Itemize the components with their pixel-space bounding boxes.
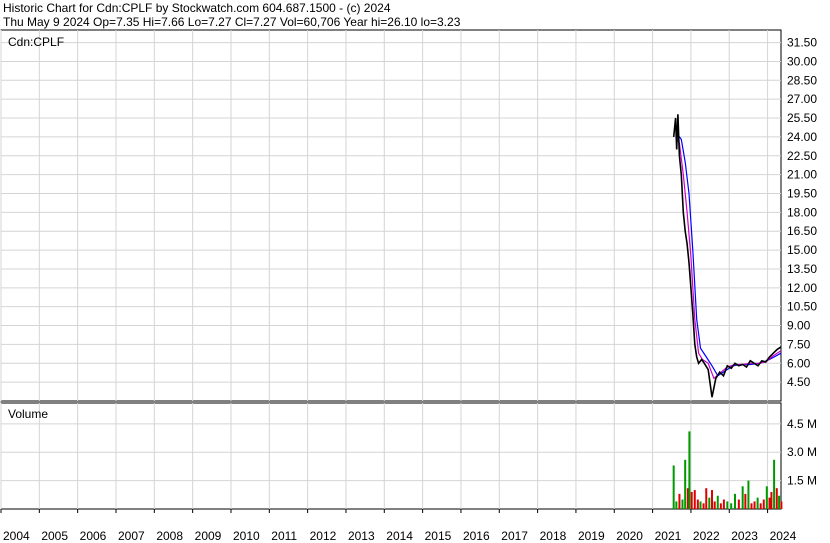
volume-bar bbox=[768, 497, 771, 509]
year-label: 2023 bbox=[731, 529, 758, 543]
volume-bar bbox=[688, 431, 691, 509]
volume-bar bbox=[693, 490, 696, 509]
volume-bar bbox=[778, 495, 781, 509]
volume-bar bbox=[711, 490, 714, 509]
year-label: 2007 bbox=[118, 529, 145, 543]
volume-panel-label: Volume bbox=[8, 407, 48, 421]
price-tick-label: 18.00 bbox=[787, 205, 817, 219]
year-label: 2019 bbox=[578, 529, 605, 543]
volume-bar bbox=[681, 499, 684, 509]
volume-bar bbox=[770, 491, 773, 509]
price-tick-label: 16.50 bbox=[787, 224, 817, 238]
year-label: 2024 bbox=[770, 529, 797, 543]
stock-chart: 31.50 30.00 28.50 27.00 25.50 24.00 22.50 21.00… bbox=[0, 29, 817, 543]
price-tick-label: 4.50 bbox=[787, 375, 811, 389]
year-label: 2017 bbox=[501, 529, 528, 543]
year-label: 2016 bbox=[463, 529, 490, 543]
volume-bar bbox=[678, 493, 681, 509]
volume-bar bbox=[702, 503, 705, 509]
year-label: 2009 bbox=[195, 529, 222, 543]
price-tick-label: 30.00 bbox=[787, 54, 817, 68]
volume-bar bbox=[756, 497, 759, 509]
year-label: 2013 bbox=[348, 529, 375, 543]
volume-bar bbox=[719, 503, 722, 509]
year-label: 2018 bbox=[540, 529, 567, 543]
year-label: 2004 bbox=[3, 529, 30, 543]
volume-tick-label: 4.5 M bbox=[787, 417, 817, 431]
year-label: 2012 bbox=[310, 529, 337, 543]
volume-bar bbox=[753, 501, 756, 509]
price-tick-label: 24.00 bbox=[787, 130, 817, 144]
volume-bar bbox=[765, 486, 768, 509]
x-axis: 2004 2005 2006 2007 2008 2009 2010 2011 2012 2013… bbox=[0, 509, 797, 543]
volume-bar bbox=[741, 486, 744, 509]
price-tick-label: 13.50 bbox=[787, 262, 817, 276]
volume-bar bbox=[730, 503, 733, 509]
price-panel-label: Cdn:CPLF bbox=[8, 35, 64, 49]
year-label: 2014 bbox=[386, 529, 413, 543]
volume-bar bbox=[708, 497, 711, 509]
volume-bar bbox=[696, 499, 699, 509]
volume-bar bbox=[690, 491, 693, 509]
volume-bar bbox=[684, 459, 687, 509]
volume-y-axis: 4.5 M 3.0 M 1.5 M bbox=[787, 417, 817, 488]
volume-bar bbox=[705, 488, 708, 509]
volume-bar bbox=[747, 480, 750, 509]
volume-bar bbox=[762, 499, 765, 509]
volume-tick-label: 3.0 M bbox=[787, 445, 817, 459]
volume-bar bbox=[744, 493, 747, 509]
price-tick-label: 25.50 bbox=[787, 111, 817, 125]
price-tick-label: 9.00 bbox=[787, 319, 811, 333]
volume-bar bbox=[773, 459, 776, 509]
year-label: 2008 bbox=[156, 529, 183, 543]
price-tick-label: 12.00 bbox=[787, 281, 817, 295]
volume-panel-frame bbox=[0, 402, 782, 510]
price-tick-label: 21.00 bbox=[787, 168, 817, 182]
price-tick-label: 28.50 bbox=[787, 73, 817, 87]
volume-bar bbox=[699, 501, 702, 509]
volume-tick-label: 1.5 M bbox=[787, 474, 817, 488]
year-label: 2022 bbox=[693, 529, 720, 543]
volume-bar bbox=[726, 501, 729, 509]
volume-bar bbox=[775, 488, 778, 509]
volume-bar bbox=[734, 493, 737, 509]
price-tick-label: 6.00 bbox=[787, 356, 811, 370]
price-panel-frame bbox=[0, 29, 782, 402]
volume-bar bbox=[759, 503, 762, 509]
price-tick-label: 19.50 bbox=[787, 186, 817, 200]
price-tick-label: 10.50 bbox=[787, 300, 817, 314]
volume-bar bbox=[716, 495, 719, 509]
year-label: 2020 bbox=[616, 529, 643, 543]
volume-bar bbox=[672, 465, 675, 509]
price-tick-label: 27.00 bbox=[787, 92, 817, 106]
volume-bar bbox=[737, 499, 740, 509]
price-tick-label: 7.50 bbox=[787, 337, 811, 351]
year-label: 2005 bbox=[41, 529, 68, 543]
price-y-axis: 31.50 30.00 28.50 27.00 25.50 24.00 22.50 21.00… bbox=[787, 36, 817, 390]
year-label: 2015 bbox=[425, 529, 452, 543]
volume-bar bbox=[722, 499, 725, 509]
price-tick-label: 31.50 bbox=[787, 36, 817, 50]
year-label: 2010 bbox=[233, 529, 260, 543]
year-label: 2006 bbox=[80, 529, 107, 543]
volume-bar bbox=[750, 503, 753, 509]
volume-bar bbox=[713, 501, 716, 509]
volume-bar bbox=[675, 501, 678, 509]
volume-bar bbox=[780, 501, 783, 509]
year-label: 2021 bbox=[655, 529, 682, 543]
price-tick-label: 15.00 bbox=[787, 243, 817, 257]
price-tick-label: 22.50 bbox=[787, 149, 817, 163]
year-label: 2011 bbox=[271, 529, 297, 543]
